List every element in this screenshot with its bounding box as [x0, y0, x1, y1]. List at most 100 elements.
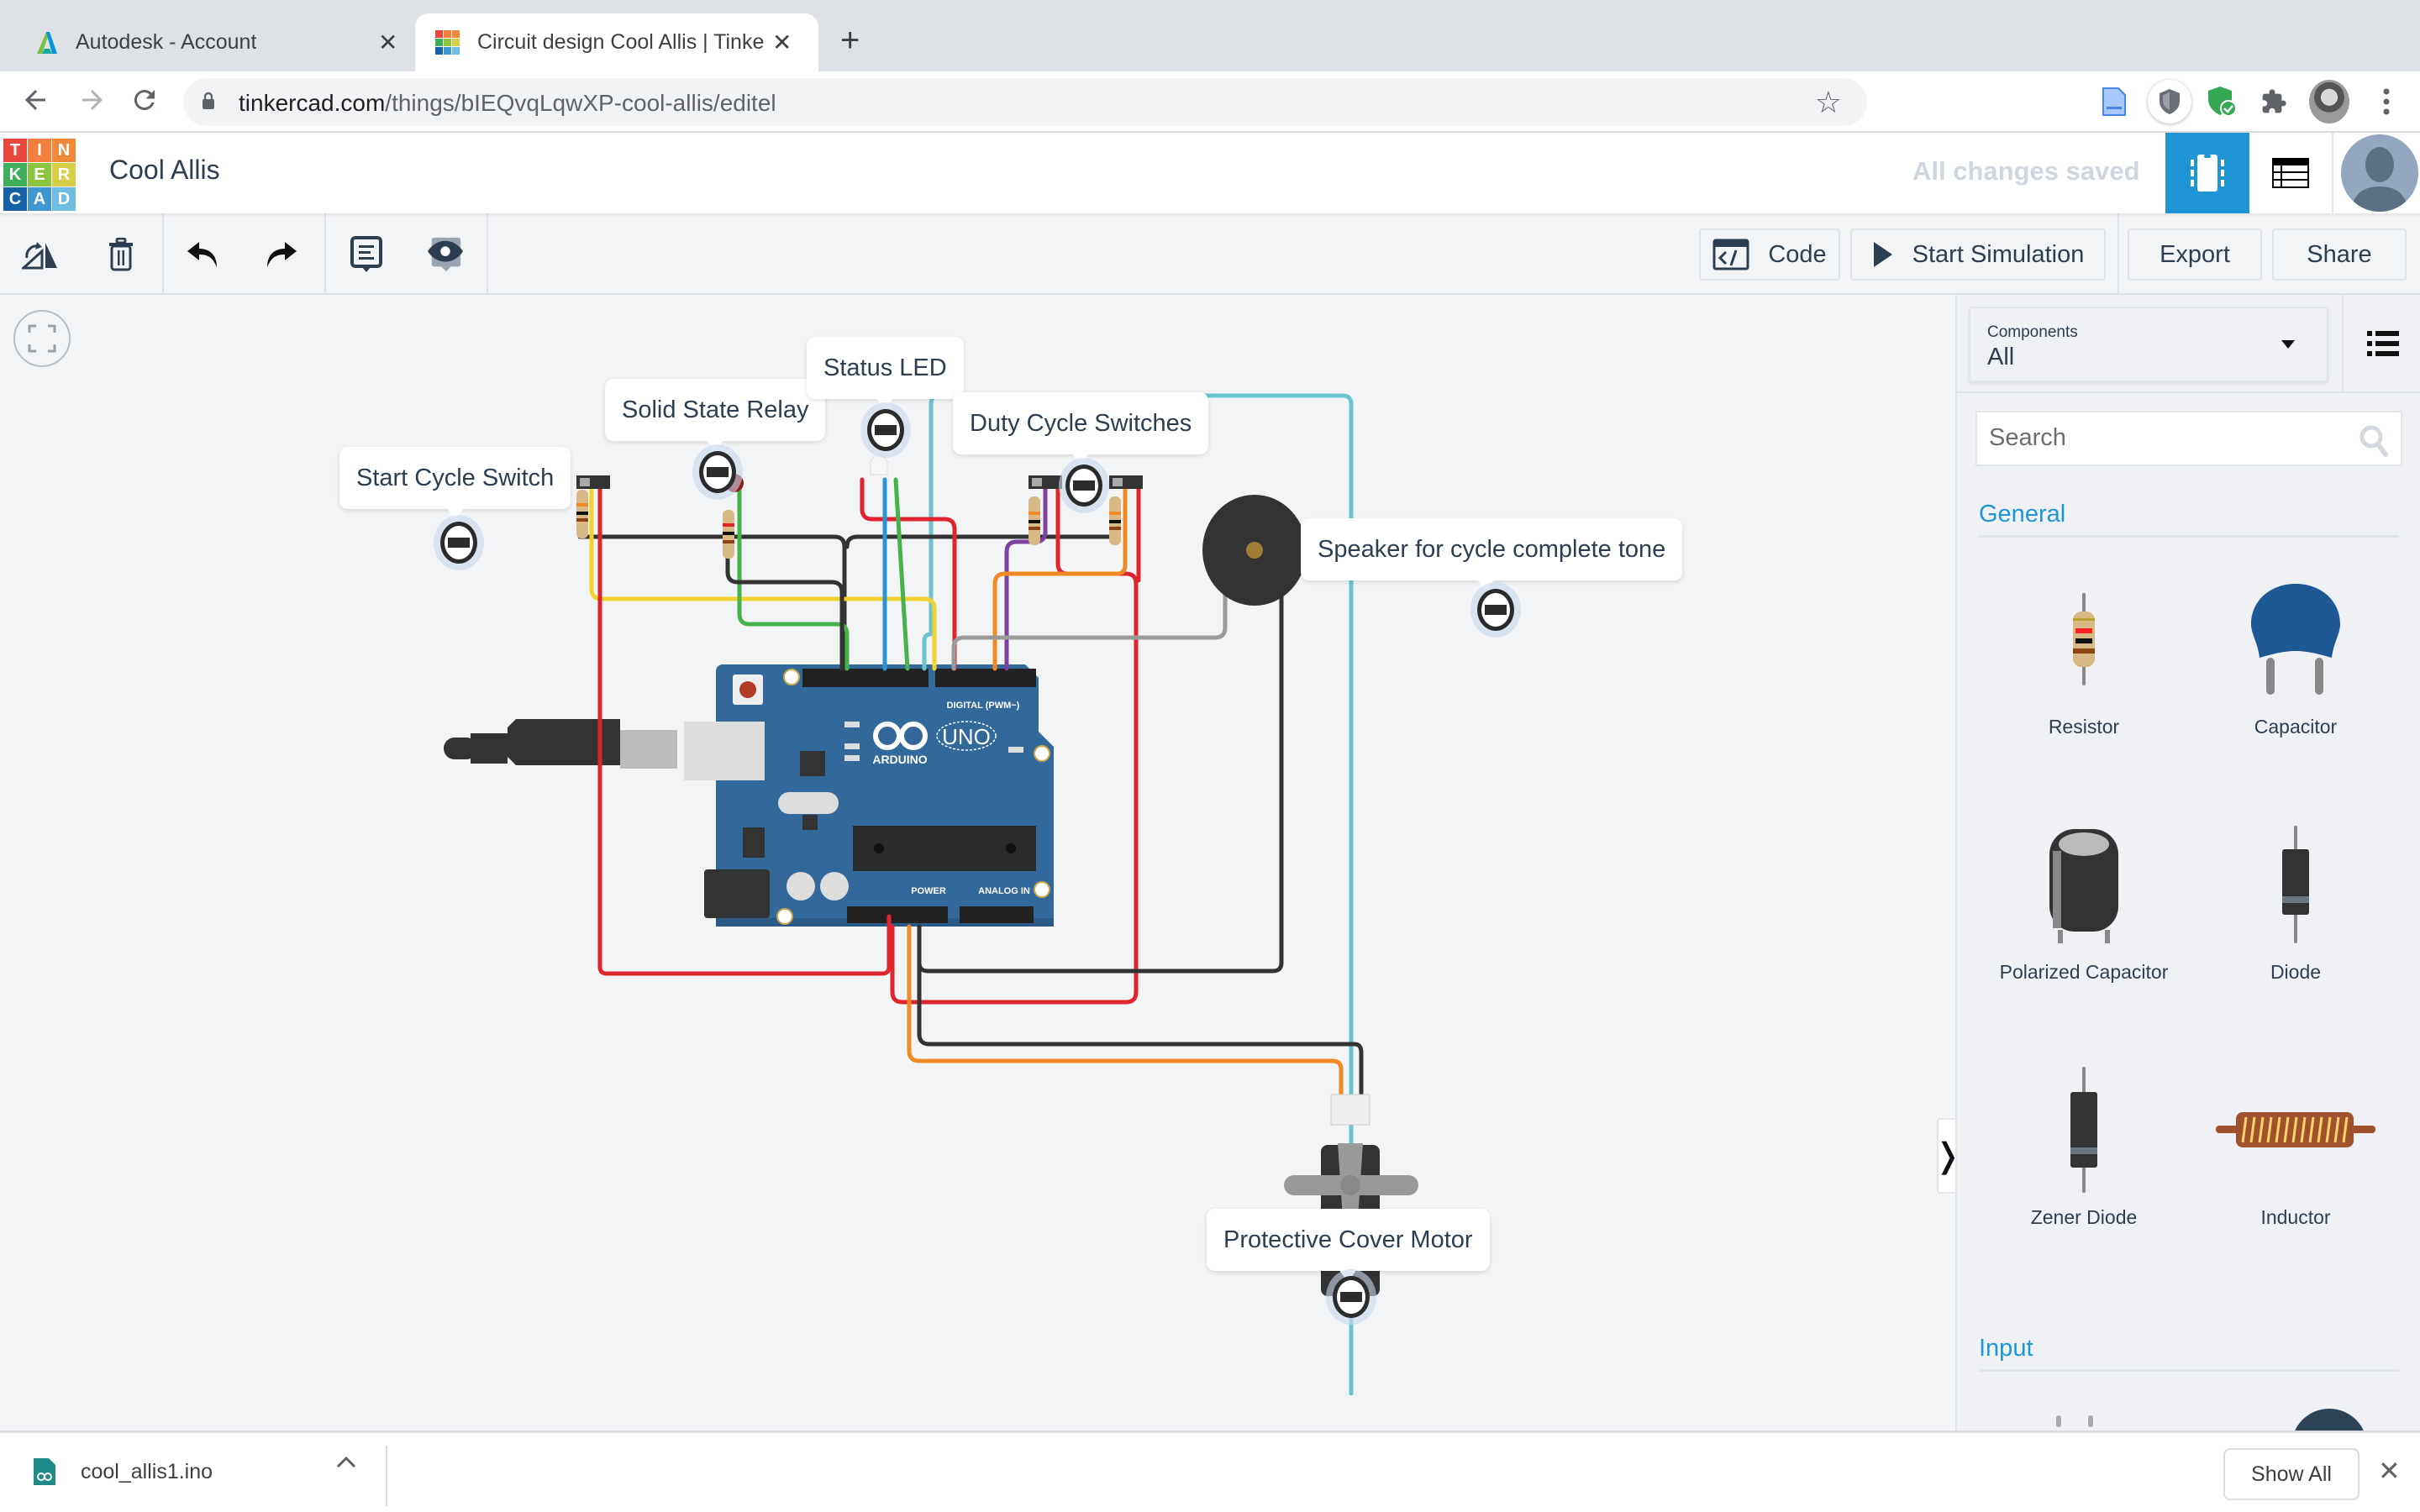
browser-toolbar: tinkercad.com/things/bIEQvqLqwXP-cool-al…	[0, 71, 2420, 133]
new-tab-button[interactable]: +	[840, 24, 860, 57]
arduino-brand-label: ARDUINO	[872, 753, 927, 766]
arduino-uno-board[interactable]: UNO ARDUINO DIGITAL (PWM~) POWER ANALOG …	[684, 664, 1054, 927]
piezo-speaker[interactable]	[1202, 495, 1307, 606]
share-button[interactable]: Share	[2272, 228, 2407, 281]
tab-close-icon[interactable]: ✕	[772, 29, 792, 56]
note-pin-speaker[interactable]	[1477, 589, 1514, 631]
component-polarized-capacitor[interactable]: Polarized Capacitor	[1987, 809, 2181, 984]
note-status-led[interactable]: Status LED	[807, 337, 964, 399]
component-resistor[interactable]: Resistor	[1987, 564, 2181, 739]
tab-autodesk-account[interactable]: Autodesk - Account ✕	[17, 13, 420, 71]
play-icon	[1873, 242, 1892, 267]
note-protective-cover-motor[interactable]: Protective Cover Motor	[1207, 1209, 1490, 1271]
export-button[interactable]: Export	[2128, 228, 2262, 281]
extensions-puzzle-icon[interactable]	[2255, 83, 2292, 120]
start-simulation-button[interactable]: Start Simulation	[1850, 228, 2106, 281]
menu-kebab-icon[interactable]	[2368, 83, 2405, 120]
url-text[interactable]: tinkercad.com/things/bIEQvqLqwXP-cool-al…	[239, 90, 776, 117]
wire-black-gnd	[577, 534, 847, 671]
component-diode[interactable]: Diode	[2199, 809, 2392, 984]
shield-extension-icon[interactable]	[2148, 80, 2191, 123]
show-all-downloads-button[interactable]: Show All	[2223, 1448, 2360, 1500]
component-partial-pushbutton[interactable]	[2056, 1415, 2061, 1427]
notes-group	[326, 213, 488, 293]
note-speaker[interactable]: Speaker for cycle complete tone	[1301, 518, 1683, 580]
circuit-canvas[interactable]: UNO ARDUINO DIGITAL (PWM~) POWER ANALOG …	[0, 295, 1955, 1431]
component-zener-diode[interactable]: Zener Diode	[1987, 1054, 2181, 1230]
download-item[interactable]: cool_allis1.ino	[34, 1458, 213, 1485]
password-extension-icon[interactable]	[2203, 83, 2240, 120]
edit-tools-group	[0, 213, 164, 293]
tab-close-icon[interactable]: ✕	[378, 29, 397, 56]
note-duty-cycle-switches[interactable]: Duty Cycle Switches	[953, 392, 1209, 454]
tab-title: Circuit design Cool Allis | Tinke	[477, 30, 765, 54]
tab-tinkercad-circuit[interactable]: Circuit design Cool Allis | Tinke ✕	[415, 13, 818, 71]
component-partial-pushbutton-leg	[2088, 1415, 2093, 1427]
chevron-up-icon[interactable]	[336, 1455, 356, 1468]
circuit-view-button[interactable]	[2165, 133, 2249, 213]
back-icon[interactable]	[20, 85, 50, 115]
breadboard-icon	[2191, 155, 2224, 192]
start-simulation-label: Start Simulation	[1912, 240, 2085, 268]
undo-icon[interactable]	[184, 236, 221, 273]
history-group	[164, 213, 326, 293]
note-pin-status-led[interactable]	[867, 409, 904, 451]
docs-extension-icon[interactable]	[2096, 83, 2133, 120]
list-view-toggle[interactable]	[2342, 295, 2420, 391]
forward-icon[interactable]	[77, 85, 108, 115]
resistor-icon	[2073, 593, 2095, 685]
logo-letter: K	[3, 163, 27, 186]
chevron-down-icon	[2281, 340, 2295, 349]
usb-cable	[444, 719, 677, 769]
component-inductor[interactable]: Inductor	[2199, 1054, 2392, 1230]
arduino-model-label: UNO	[942, 724, 991, 749]
note-solid-state-relay[interactable]: Solid State Relay	[605, 379, 826, 441]
note-pin-duty-cycle-switches[interactable]	[1065, 465, 1102, 507]
component-partial-potentiometer[interactable]	[2291, 1409, 2367, 1431]
notes-visibility-icon[interactable]	[427, 236, 464, 273]
close-download-bar-icon[interactable]: ✕	[2378, 1455, 2401, 1487]
components-filter-value: All	[1987, 344, 2015, 370]
reload-icon[interactable]	[129, 85, 160, 115]
rotate-icon[interactable]	[22, 236, 59, 273]
component-list-view-button[interactable]	[2249, 133, 2333, 213]
analog-header-label: ANALOG IN	[978, 886, 1030, 896]
project-title[interactable]: Cool Allis	[109, 155, 220, 186]
download-file-name: cool_allis1.ino	[81, 1459, 213, 1483]
user-avatar[interactable]	[2341, 134, 2418, 212]
logo-letter: R	[52, 163, 76, 186]
logo-letter: N	[52, 139, 76, 162]
redo-icon[interactable]	[263, 236, 300, 273]
url-bar[interactable]: tinkercad.com/things/bIEQvqLqwXP-cool-al…	[183, 78, 1867, 126]
search-input[interactable]	[1989, 424, 2342, 452]
url-host: tinkercad.com	[239, 90, 386, 116]
tinkercad-logo-icon	[435, 29, 460, 55]
components-filter-dropdown[interactable]: Components All	[1969, 307, 2328, 382]
component-label: Polarized Capacitor	[1999, 961, 2169, 983]
profile-avatar[interactable]	[2309, 80, 2349, 123]
search-icon[interactable]	[2359, 424, 2389, 458]
note-pin-solid-state-relay[interactable]	[699, 451, 736, 493]
code-button[interactable]: Code	[1699, 228, 1840, 281]
tinkercad-logo[interactable]: T I N K E R C A D	[3, 139, 76, 211]
component-label: Capacitor	[2254, 716, 2338, 738]
notes-icon[interactable]	[348, 236, 385, 273]
section-general: General	[1979, 501, 2399, 538]
polarized-capacitor-icon	[2049, 829, 2118, 943]
component-label: Inductor	[2260, 1206, 2331, 1228]
note-pin-protective-cover-motor[interactable]	[1333, 1276, 1370, 1318]
components-panel: Components All General Resistor Capacito…	[1955, 295, 2420, 1431]
save-status: All changes saved	[1912, 156, 2140, 186]
wire-green-led	[893, 477, 910, 671]
note-start-cycle-switch[interactable]: Start Cycle Switch	[339, 447, 571, 509]
note-pin-start-cycle-switch[interactable]	[440, 522, 477, 564]
autodesk-logo-icon	[37, 31, 57, 54]
bookmark-star-icon[interactable]: ☆	[1815, 85, 1842, 120]
status-rgb-led[interactable]	[870, 454, 888, 475]
delete-icon[interactable]	[103, 236, 139, 273]
component-search[interactable]	[1975, 411, 2402, 466]
lock-icon[interactable]	[202, 92, 215, 110]
digital-header-label: DIGITAL (PWM~)	[947, 701, 1020, 711]
component-capacitor[interactable]: Capacitor	[2199, 564, 2392, 739]
collapse-panel-button[interactable]: ❭	[1933, 1118, 1955, 1194]
